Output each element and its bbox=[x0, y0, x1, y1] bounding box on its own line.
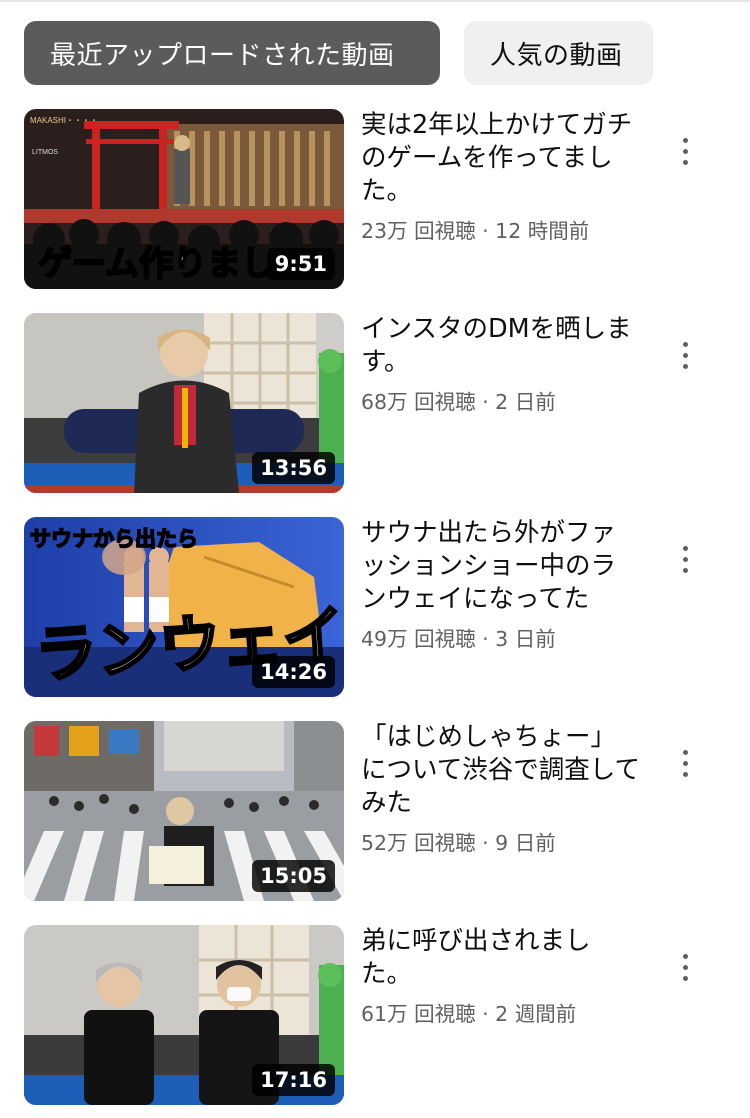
video-info: 実は2年以上かけてガチのゲームを作ってました。 23万 回視聴 · 12 時間前 bbox=[361, 109, 641, 244]
more-options-icon[interactable] bbox=[670, 743, 700, 783]
chip-popular[interactable]: 人気の動画 bbox=[464, 21, 653, 85]
video-item[interactable]: MAKASHI・・・・ LITMOS ゲーム作りまし 9:51 実は2年以上かけ… bbox=[24, 109, 734, 289]
upload-age: 3 日前 bbox=[495, 627, 556, 651]
view-count: 68万 回視聴 bbox=[361, 390, 476, 414]
video-item[interactable]: 15:05 「はじめしゃちょー」について渋谷で調査してみた 52万 回視聴 · … bbox=[24, 721, 734, 901]
video-thumbnail[interactable]: MAKASHI・・・・ LITMOS ゲーム作りまし 9:51 bbox=[24, 109, 344, 289]
upload-age: 2 週間前 bbox=[495, 1002, 577, 1026]
video-info: 弟に呼び出されました。 61万 回視聴 · 2 週間前 bbox=[361, 925, 641, 1027]
video-meta: 49万 回視聴 · 3 日前 bbox=[361, 627, 556, 651]
video-title[interactable]: 弟に呼び出されました。 bbox=[361, 925, 641, 991]
video-info: インスタのDMを晒します。 68万 回視聴 · 2 日前 bbox=[361, 313, 641, 415]
upload-age: 2 日前 bbox=[495, 390, 556, 414]
filter-chips: 最近アップロードされた動画 人気の動画 bbox=[24, 21, 653, 85]
video-duration: 17:16 bbox=[252, 1064, 335, 1096]
video-title[interactable]: 実は2年以上かけてガチのゲームを作ってました。 bbox=[361, 109, 641, 208]
video-thumbnail[interactable]: 17:16 bbox=[24, 925, 344, 1105]
video-title[interactable]: インスタのDMを晒します。 bbox=[361, 313, 641, 379]
video-info: サウナ出たら外がファッションショー中のランウェイになってた 49万 回視聴 · … bbox=[361, 517, 641, 652]
view-count: 23万 回視聴 bbox=[361, 219, 476, 243]
video-item[interactable]: 17:16 弟に呼び出されました。 61万 回視聴 · 2 週間前 bbox=[24, 925, 734, 1105]
more-options-icon[interactable] bbox=[670, 131, 700, 171]
chip-recent-uploads[interactable]: 最近アップロードされた動画 bbox=[24, 21, 440, 85]
upload-age: 9 日前 bbox=[495, 831, 556, 855]
more-options-icon[interactable] bbox=[670, 539, 700, 579]
video-item[interactable]: 13:56 インスタのDMを晒します。 68万 回視聴 · 2 日前 bbox=[24, 313, 734, 493]
video-info: 「はじめしゃちょー」について渋谷で調査してみた 52万 回視聴 · 9 日前 bbox=[361, 721, 641, 856]
upload-age: 12 時間前 bbox=[495, 219, 590, 243]
view-count: 61万 回視聴 bbox=[361, 1002, 476, 1026]
view-count: 49万 回視聴 bbox=[361, 627, 476, 651]
video-item[interactable]: サウナから出たら ランウェイ 14:26 サウナ出たら外がファッションショー中の… bbox=[24, 517, 734, 697]
video-duration: 13:56 bbox=[252, 452, 335, 484]
video-meta: 52万 回視聴 · 9 日前 bbox=[361, 831, 556, 855]
video-meta: 68万 回視聴 · 2 日前 bbox=[361, 390, 556, 414]
video-title[interactable]: 「はじめしゃちょー」について渋谷で調査してみた bbox=[361, 721, 641, 820]
more-options-icon[interactable] bbox=[670, 335, 700, 375]
top-divider bbox=[0, 0, 750, 2]
video-duration: 9:51 bbox=[266, 248, 335, 280]
more-options-icon[interactable] bbox=[670, 947, 700, 987]
video-duration: 14:26 bbox=[252, 656, 335, 688]
video-thumbnail[interactable]: 13:56 bbox=[24, 313, 344, 493]
video-thumbnail[interactable]: サウナから出たら ランウェイ 14:26 bbox=[24, 517, 344, 697]
video-meta: 61万 回視聴 · 2 週間前 bbox=[361, 1002, 577, 1026]
video-meta: 23万 回視聴 · 12 時間前 bbox=[361, 219, 590, 243]
svg-text:MAKASHI・・・・: MAKASHI・・・・ bbox=[30, 116, 98, 125]
svg-text:LITMOS: LITMOS bbox=[32, 149, 58, 156]
video-thumbnail[interactable]: 15:05 bbox=[24, 721, 344, 901]
video-title[interactable]: サウナ出たら外がファッションショー中のランウェイになってた bbox=[361, 517, 641, 616]
view-count: 52万 回視聴 bbox=[361, 831, 476, 855]
thumbnail-caption: サウナから出たら bbox=[29, 526, 199, 552]
video-duration: 15:05 bbox=[252, 860, 335, 892]
thumbnail-caption: ゲーム作りまし bbox=[37, 243, 276, 285]
